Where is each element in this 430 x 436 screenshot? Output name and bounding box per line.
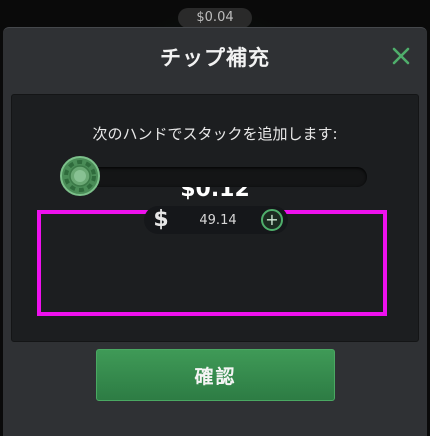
poker-chip-icon xyxy=(60,156,100,196)
rebuy-message: 次のハンドでスタックを追加します: xyxy=(92,125,338,143)
rebuy-dialog: チップ補充 次のハンドでスタックを追加します: $0.12 $ + 確認 xyxy=(3,27,427,436)
slider-knob[interactable] xyxy=(59,155,101,197)
confirm-button[interactable]: 確認 xyxy=(96,349,335,401)
amount-slider[interactable] xyxy=(61,167,367,187)
close-button[interactable] xyxy=(387,42,415,70)
dialog-title: チップ補充 xyxy=(160,46,270,70)
dialog-header: チップ補充 xyxy=(3,28,427,86)
pot-amount-label: $0.04 xyxy=(178,8,252,28)
close-x-icon xyxy=(392,47,410,65)
dollar-sign-icon: $ xyxy=(153,207,169,232)
plus-button[interactable]: + xyxy=(261,209,283,231)
amount-input[interactable] xyxy=(180,209,256,231)
plus-icon: + xyxy=(265,210,279,229)
amount-stepper: $ + xyxy=(144,206,288,234)
